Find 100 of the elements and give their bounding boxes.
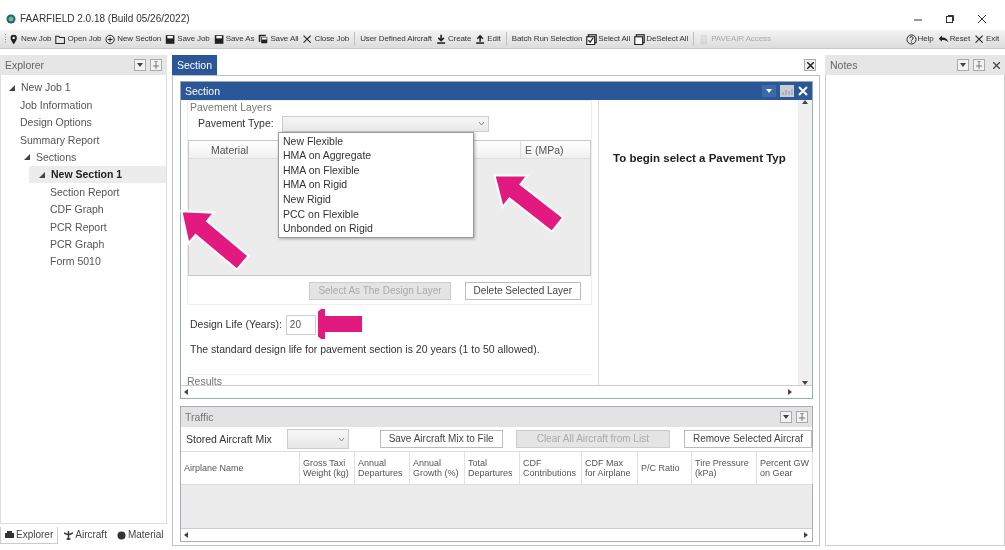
- tree-item[interactable]: Design Options: [1, 113, 166, 132]
- checkbox-icon: [634, 33, 646, 45]
- column-header: P/C Ratio: [638, 452, 692, 484]
- tree-item[interactable]: Sections: [1, 148, 166, 166]
- dropdown-button[interactable]: [780, 411, 792, 423]
- left-arrow-icon: [184, 532, 188, 538]
- tree-item[interactable]: New Job 1: [1, 79, 166, 97]
- upload-icon: [475, 33, 487, 45]
- tree-item[interactable]: Summary Report: [1, 131, 166, 149]
- expanded-triangle-icon[interactable]: [24, 154, 30, 161]
- dropdown-option[interactable]: HMA on Aggregate: [283, 148, 469, 163]
- action-button[interactable]: Save Aircraft Mix to File: [379, 430, 503, 448]
- toolbar-button[interactable]: Reset: [935, 33, 973, 45]
- download-icon: [435, 33, 447, 45]
- dropdown-button[interactable]: [957, 59, 969, 71]
- column-header: Gross Taxi Weight (kg): [300, 452, 355, 484]
- column-header: Material: [211, 142, 249, 158]
- toolbar-button[interactable]: Save As: [211, 33, 257, 45]
- panel-tab[interactable]: Explorer: [0, 526, 59, 544]
- left-arrow-icon: [184, 389, 188, 395]
- plus-circle-icon: [105, 33, 117, 45]
- group-label: Pavement Layers: [189, 101, 273, 114]
- caret-icon[interactable]: [762, 85, 776, 97]
- field-label: Design Life (Years):: [190, 318, 282, 331]
- toolbar-button[interactable]: User Defined Aircraft: [358, 34, 434, 44]
- window-title: Section: [185, 84, 222, 98]
- dropdown-option[interactable]: New Flexible: [283, 133, 469, 149]
- close-icon: [302, 33, 314, 45]
- design-life-field[interactable]: 20: [285, 314, 316, 335]
- toolbar-button[interactable]: Save Job: [163, 33, 212, 45]
- action-button[interactable]: Delete Selected Layer: [464, 281, 581, 300]
- document-tab[interactable]: Section: [172, 55, 218, 75]
- column-header: Airplane Name: [181, 452, 300, 484]
- dropdown-button[interactable]: [134, 59, 146, 71]
- tree-item[interactable]: New Section 1: [29, 165, 166, 184]
- action-button[interactable]: Remove Selected Aircraf: [683, 430, 812, 448]
- dropdown-option[interactable]: New Rigid: [283, 191, 469, 207]
- pin-icon: [976, 61, 982, 69]
- column-header: Annual Growth (%): [410, 452, 465, 484]
- checked-box-icon: [586, 33, 598, 45]
- panel-tab[interactable]: Material: [112, 527, 168, 543]
- expanded-triangle-icon[interactable]: [9, 84, 15, 91]
- tree-item[interactable]: PCR Graph: [1, 235, 166, 253]
- close-icon[interactable]: [993, 61, 1000, 69]
- field-label: Stored Aircraft Mix: [186, 432, 272, 446]
- folder-icon: [55, 33, 67, 45]
- help-icon: [905, 33, 917, 45]
- panel-title: Traffic: [185, 410, 215, 424]
- car-icon: [5, 530, 14, 539]
- column-header: Percent GW on Gear: [757, 452, 813, 484]
- down-arrow-icon: [802, 381, 808, 385]
- dropdown-option[interactable]: HMA on Flexible: [283, 162, 469, 178]
- toolbar-button[interactable]: Create: [433, 33, 474, 45]
- toolbar-button[interactable]: Exit: [972, 33, 1001, 45]
- field-label: Pavement Type:: [198, 117, 274, 130]
- tree-item[interactable]: Form 5010: [1, 252, 166, 271]
- pin-icon: [153, 61, 159, 69]
- tree-item[interactable]: Section Report: [1, 183, 166, 201]
- column-header: CDF Max for Airplane: [582, 452, 638, 484]
- grip-icon: [4, 33, 7, 45]
- dropdown-option[interactable]: PCC on Flexible: [283, 206, 469, 222]
- help-text: The standard design life for pavement section is 20 years (1 to 50 allowed).: [189, 341, 541, 356]
- vertical-scrollbar[interactable]: [798, 100, 812, 385]
- column-header: Total Departures: [465, 452, 520, 484]
- maximize-icon[interactable]: [945, 14, 955, 24]
- toolbar-button[interactable]: Batch Run Selection: [509, 34, 585, 44]
- window-title: FAARFIELD 2.0.18 (Build 05/26/2022): [20, 13, 190, 25]
- toolbar-button[interactable]: New Section: [103, 33, 164, 45]
- pointer-arrow: [318, 309, 362, 339]
- horizontal-scrollbar[interactable]: [181, 385, 812, 398]
- toolbar-button[interactable]: Edit: [473, 33, 503, 45]
- pin-button[interactable]: [796, 411, 808, 423]
- pin-icon: [9, 33, 20, 45]
- caret-icon: [783, 415, 789, 419]
- floppy-disks-icon: [258, 33, 270, 45]
- toolbar-button[interactable]: Open Job: [53, 33, 104, 45]
- close-icon[interactable]: [977, 14, 987, 24]
- toolbar-button[interactable]: Save All: [256, 33, 301, 45]
- pin-button[interactable]: [973, 59, 985, 71]
- toolbar-button[interactable]: Help: [903, 33, 936, 45]
- toolbar-button[interactable]: New Job: [7, 33, 54, 45]
- close-button[interactable]: [804, 59, 816, 71]
- prompt-text: To begin select a Pavement Typ: [612, 151, 787, 166]
- expanded-triangle-icon[interactable]: [39, 171, 45, 178]
- dropdown-option[interactable]: Unbonded on Rigid: [283, 221, 469, 236]
- column-header: E (MPa): [520, 140, 590, 158]
- toolbar-button[interactable]: Close Job: [300, 33, 352, 45]
- tree-item[interactable]: Job Information: [1, 96, 166, 114]
- toolbar-button[interactable]: DeSelect All: [632, 33, 691, 45]
- undo-icon: [937, 33, 949, 45]
- toolbar-button[interactable]: Select All: [584, 33, 633, 45]
- horizontal-scrollbar[interactable]: [181, 528, 812, 541]
- panel-title: Notes: [830, 58, 859, 72]
- pin-button[interactable]: [150, 59, 162, 71]
- panel-tab[interactable]: Aircraft: [60, 527, 111, 543]
- tree-item[interactable]: CDF Graph: [1, 200, 166, 219]
- tree-item[interactable]: PCR Report: [1, 218, 166, 236]
- dropdown-option[interactable]: HMA on Rigid: [283, 177, 469, 192]
- caret-icon: [478, 122, 484, 126]
- close-icon: [974, 33, 986, 45]
